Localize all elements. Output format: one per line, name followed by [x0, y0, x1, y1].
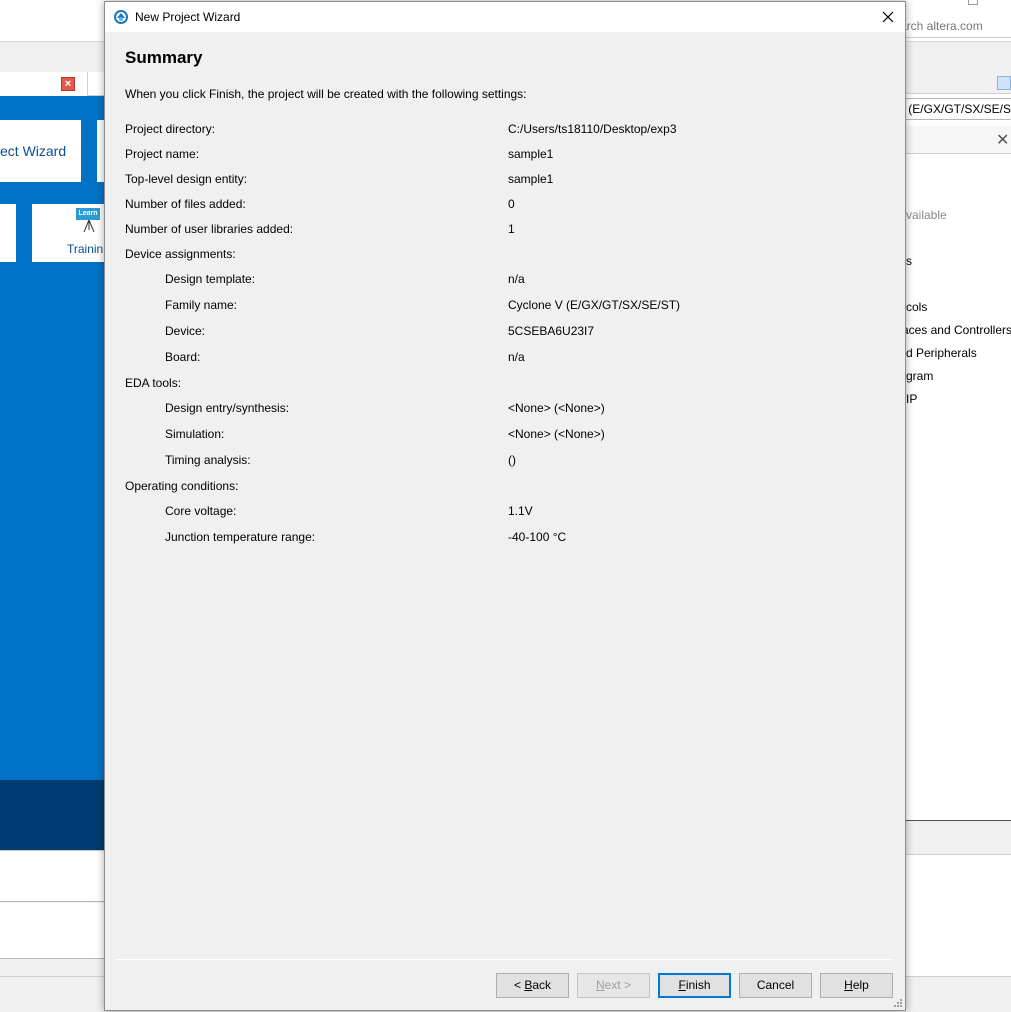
summary-label: Design entry/synthesis: — [165, 401, 290, 415]
dialog-title-bar[interactable]: New Project Wizard — [105, 2, 905, 32]
ip-catalog-item[interactable]: aces and Controllers — [906, 323, 1011, 337]
finish-button-mnemonic: F — [678, 978, 686, 992]
new-project-wizard-dialog: New Project Wizard Summary When you clic… — [104, 1, 906, 1011]
easel-icon — [83, 220, 95, 232]
summary-label: EDA tools: — [125, 376, 182, 390]
summary-value: 1.1V — [508, 504, 533, 518]
home-page-panel: ect Wizard Learn Trainin — [0, 96, 105, 780]
summary-label: Family name: — [165, 298, 238, 312]
summary-value: Cyclone V (E/GX/GT/SX/SE/ST) — [508, 298, 681, 312]
next-button-label: ext > — [604, 978, 632, 992]
ip-search-field[interactable]: ✕ — [906, 126, 1011, 154]
summary-label: Junction temperature range: — [165, 530, 316, 544]
summary-label: Operating conditions: — [125, 479, 239, 493]
window-restore-icon[interactable] — [968, 0, 978, 5]
ip-catalog-item-label: IP — [906, 392, 918, 406]
summary-label: Project directory: — [125, 122, 216, 136]
summary-label: Core voltage: — [165, 504, 237, 518]
ip-catalog-item[interactable]: s — [906, 254, 1011, 268]
summary-value: C:/Users/ts18110/Desktop/exp3 — [508, 122, 677, 136]
resize-grip-icon[interactable] — [893, 998, 903, 1008]
summary-value: -40-100 °C — [508, 530, 567, 544]
summary-value: <None> (<None>) — [508, 427, 605, 441]
device-family-text: / (E/GX/GT/SX/SE/S — [906, 102, 1011, 116]
summary-value: 0 — [508, 197, 515, 211]
ip-catalog-item-label: gram — [906, 369, 934, 383]
close-icon — [882, 11, 894, 23]
finish-button[interactable]: Finish — [658, 973, 731, 998]
summary-label: Device assignments: — [125, 247, 236, 261]
ip-catalog-item-label: cols — [906, 300, 928, 314]
home-tab-bar: × — [0, 72, 105, 96]
ip-catalog-item-label: vailable — [906, 208, 947, 222]
ip-catalog-item[interactable]: vailable — [906, 208, 1011, 222]
page-title: Summary — [125, 48, 203, 67]
pin-icon[interactable] — [997, 76, 1011, 90]
status-bar — [0, 976, 105, 1012]
ip-catalog-item[interactable]: cols — [906, 300, 1011, 314]
summary-value: 5CSEBA6U23I7 — [508, 324, 595, 338]
help-button[interactable]: Help — [820, 973, 893, 998]
device-family-select[interactable]: / (E/GX/GT/SX/SE/S — [906, 98, 1011, 120]
next-button[interactable]: Next > — [577, 973, 650, 998]
right-status-bar — [905, 976, 1011, 1012]
summary-value: n/a — [508, 272, 525, 286]
home-tab[interactable]: × — [0, 72, 88, 96]
quartus-app-icon — [114, 10, 128, 24]
right-lower-panel — [905, 854, 1011, 976]
summary-label: Top-level design entity: — [125, 172, 248, 186]
button-separator — [116, 959, 893, 960]
training-label: Trainin — [67, 242, 104, 256]
back-button-prefix: < — [513, 978, 525, 992]
training-card[interactable]: Learn Trainin — [32, 204, 105, 262]
ip-catalog-item-label: s — [906, 254, 912, 268]
ip-catalog-item[interactable]: gram — [906, 369, 1011, 383]
summary-label: Design template: — [165, 272, 256, 286]
learn-icon: Learn — [76, 208, 100, 220]
ip-catalog-panel: / (E/GX/GT/SX/SE/S ✕ vailable s cols aces a… — [905, 72, 1011, 820]
close-icon[interactable]: × — [61, 77, 75, 91]
help-button-mnemonic: H — [844, 978, 853, 992]
summary-value: <None> (<None>) — [508, 401, 605, 415]
search-field[interactable]: arch altera.com — [900, 16, 1011, 38]
card-label: ect Wizard — [0, 143, 67, 159]
summary-label: Timing analysis: — [165, 453, 251, 467]
help-button-label: elp — [852, 978, 869, 992]
clear-icon[interactable]: ✕ — [996, 130, 1009, 150]
ip-catalog-item[interactable]: IP — [906, 392, 1011, 406]
summary-label: Project name: — [125, 147, 200, 161]
ip-catalog-header — [906, 72, 1011, 94]
next-button-mnemonic: N — [595, 978, 605, 992]
summary-value: sample1 — [508, 147, 554, 161]
documentation-card[interactable] — [0, 204, 16, 262]
ip-catalog-item-label: d Peripherals — [906, 346, 977, 360]
summary-label: Board: — [165, 350, 201, 364]
home-page-footer — [0, 780, 105, 850]
summary-label: Simulation: — [165, 427, 225, 441]
finish-button-label: inish — [685, 978, 711, 992]
cancel-button-label: Cancel — [756, 978, 795, 992]
summary-value: () — [508, 453, 516, 467]
dialog-title: New Project Wizard — [135, 10, 241, 24]
messages-panel — [0, 850, 105, 902]
summary-value: sample1 — [508, 172, 554, 186]
close-button[interactable] — [871, 2, 905, 32]
ip-catalog-item-label: aces and Controllers — [906, 323, 1011, 337]
cancel-button[interactable]: Cancel — [739, 973, 812, 998]
summary-label: Number of files added: — [125, 197, 246, 211]
ip-catalog-item[interactable]: d Peripherals — [906, 346, 1011, 360]
summary-label: Device: — [165, 324, 206, 338]
summary-value: n/a — [508, 350, 525, 364]
summary-value: 1 — [508, 222, 515, 236]
messages-panel-lower — [0, 903, 105, 959]
back-button-label: ack — [532, 978, 552, 992]
intro-text: When you click Finish, the project will … — [125, 87, 527, 101]
summary-label: Number of user libraries added: — [125, 222, 294, 236]
new-project-wizard-card[interactable]: ect Wizard — [0, 120, 81, 182]
back-button[interactable]: < Back — [496, 973, 569, 998]
ip-catalog-footer — [905, 820, 1011, 854]
